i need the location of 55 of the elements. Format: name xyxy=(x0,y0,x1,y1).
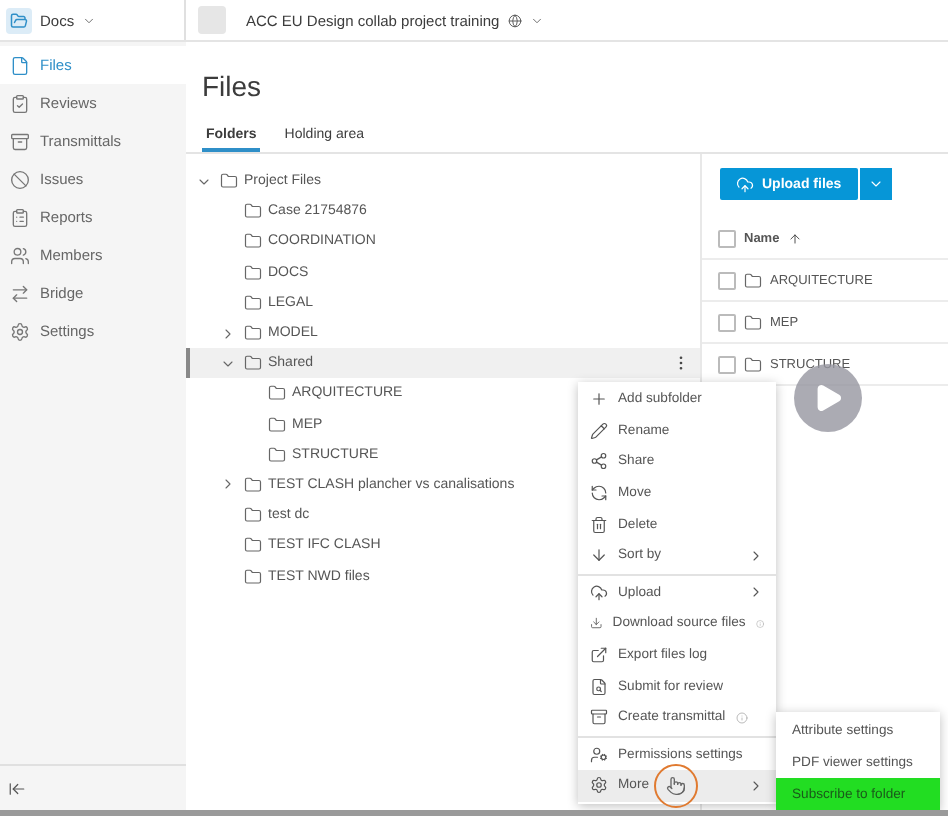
folder-icon xyxy=(268,384,286,403)
globe-icon xyxy=(507,13,522,27)
export-icon xyxy=(590,646,608,665)
user-gear-icon xyxy=(590,745,608,764)
share-icon xyxy=(590,452,608,471)
download-icon xyxy=(590,614,603,633)
arrows-icon xyxy=(10,283,30,303)
cloud-upload-icon xyxy=(590,583,608,602)
page-title: Files xyxy=(202,70,264,106)
report-icon xyxy=(10,207,30,227)
arrow-down-icon xyxy=(590,546,608,565)
slashed-circle-icon xyxy=(10,169,30,189)
folder-icon xyxy=(244,536,262,555)
settings-icon xyxy=(590,776,608,795)
hand-cursor-icon xyxy=(666,776,686,796)
folder-icon xyxy=(744,355,762,373)
folder-icon xyxy=(268,415,286,434)
collapse-icon xyxy=(8,779,26,797)
folder-icon xyxy=(268,445,286,464)
caret-icon xyxy=(867,176,884,192)
folder-icon xyxy=(244,324,262,343)
trash-icon xyxy=(590,515,608,534)
archive-icon xyxy=(10,131,30,151)
play-icon xyxy=(812,382,844,414)
row-checkbox[interactable] xyxy=(718,271,736,289)
cloud-upload-icon xyxy=(736,175,754,193)
folder-icon xyxy=(244,567,262,586)
plus-icon xyxy=(590,390,608,409)
folder-icon xyxy=(244,263,262,282)
folder-icon xyxy=(244,202,262,221)
folder-icon xyxy=(220,172,238,191)
caret-icon xyxy=(529,13,544,27)
people-icon xyxy=(10,245,30,265)
settings-icon xyxy=(10,321,30,341)
folder-icon xyxy=(244,354,262,373)
folder-icon xyxy=(744,271,762,289)
project-thumbnail xyxy=(198,6,226,34)
archive-icon xyxy=(590,708,608,727)
highlight-ring xyxy=(654,764,698,808)
folder-icon xyxy=(244,475,262,494)
folder-icon xyxy=(244,506,262,525)
select-all-checkbox[interactable] xyxy=(718,229,736,247)
docs-logo-icon xyxy=(6,7,32,33)
row-checkbox[interactable] xyxy=(718,313,736,331)
row-checkbox[interactable] xyxy=(718,355,736,373)
folder-icon xyxy=(744,313,762,331)
document-search-icon xyxy=(590,677,608,696)
clipboard-icon xyxy=(10,93,30,113)
caret-icon xyxy=(82,13,97,27)
folder-icon xyxy=(244,293,262,312)
upload-dropdown-button[interactable] xyxy=(859,168,892,200)
folder-icon xyxy=(244,232,262,251)
file-icon xyxy=(10,55,30,75)
arrows-cycle-icon xyxy=(590,484,608,503)
pencil-icon xyxy=(590,421,608,440)
